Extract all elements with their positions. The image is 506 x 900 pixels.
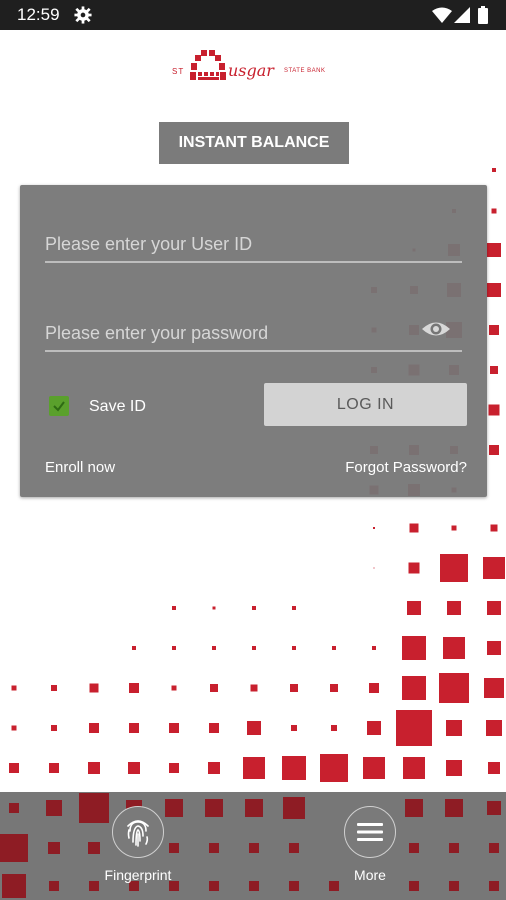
pattern-square [283,797,305,819]
fingerprint-button[interactable] [112,806,164,858]
pattern-square [205,799,223,817]
pattern-square [449,881,459,891]
logo-name: usgar [228,61,274,80]
brick-arch-logo-icon [190,50,226,80]
checkmark-icon [53,401,65,412]
pattern-square [46,800,62,816]
bank-logo: ST usgar STATE BANK [172,46,342,86]
pattern-square [48,842,60,854]
pattern-square [409,843,419,853]
login-button[interactable]: LOG IN [264,383,467,426]
pattern-square [2,874,26,898]
more-label: More [354,867,386,883]
more-button[interactable] [344,806,396,858]
wifi-icon [432,7,452,23]
cell-signal-icon [454,7,470,23]
menu-hamburger-icon [357,823,383,841]
pattern-square [0,834,28,862]
instant-balance-button[interactable]: INSTANT BALANCE [159,122,349,164]
password-input[interactable] [45,316,462,352]
pattern-square [245,799,263,817]
settings-gear-icon [74,6,92,24]
pattern-square [88,842,100,854]
pattern-square [489,843,499,853]
battery-icon [478,6,488,24]
pattern-square [49,881,59,891]
show-password-eye-icon[interactable] [421,318,451,340]
logo-prefix: ST [172,67,185,76]
pattern-square [449,843,459,853]
login-card: Save ID LOG IN Enroll now Forgot Passwor… [20,185,487,497]
enroll-now-link[interactable]: Enroll now [45,459,115,476]
save-id-label: Save ID [89,398,146,415]
user-id-input[interactable] [45,227,462,263]
pattern-square [209,843,219,853]
save-id-checkbox[interactable] [49,396,69,416]
fingerprint-icon [127,820,149,847]
pattern-square [445,799,463,817]
pattern-square [209,881,219,891]
pattern-square [489,881,499,891]
logo-suffix: STATE BANK [284,68,326,74]
fingerprint-label: Fingerprint [104,867,172,883]
pattern-square [249,843,259,853]
pattern-square [405,799,423,817]
pattern-square [487,801,501,815]
forgot-password-link[interactable]: Forgot Password? [345,459,467,476]
pattern-square [9,803,19,813]
pattern-square [289,843,299,853]
pattern-square [289,881,299,891]
status-bar: 12:59 [0,0,506,30]
pattern-square [79,793,109,823]
status-time: 12:59 [17,5,60,24]
pattern-square [165,799,183,817]
pattern-square [169,843,179,853]
pattern-square [249,881,259,891]
